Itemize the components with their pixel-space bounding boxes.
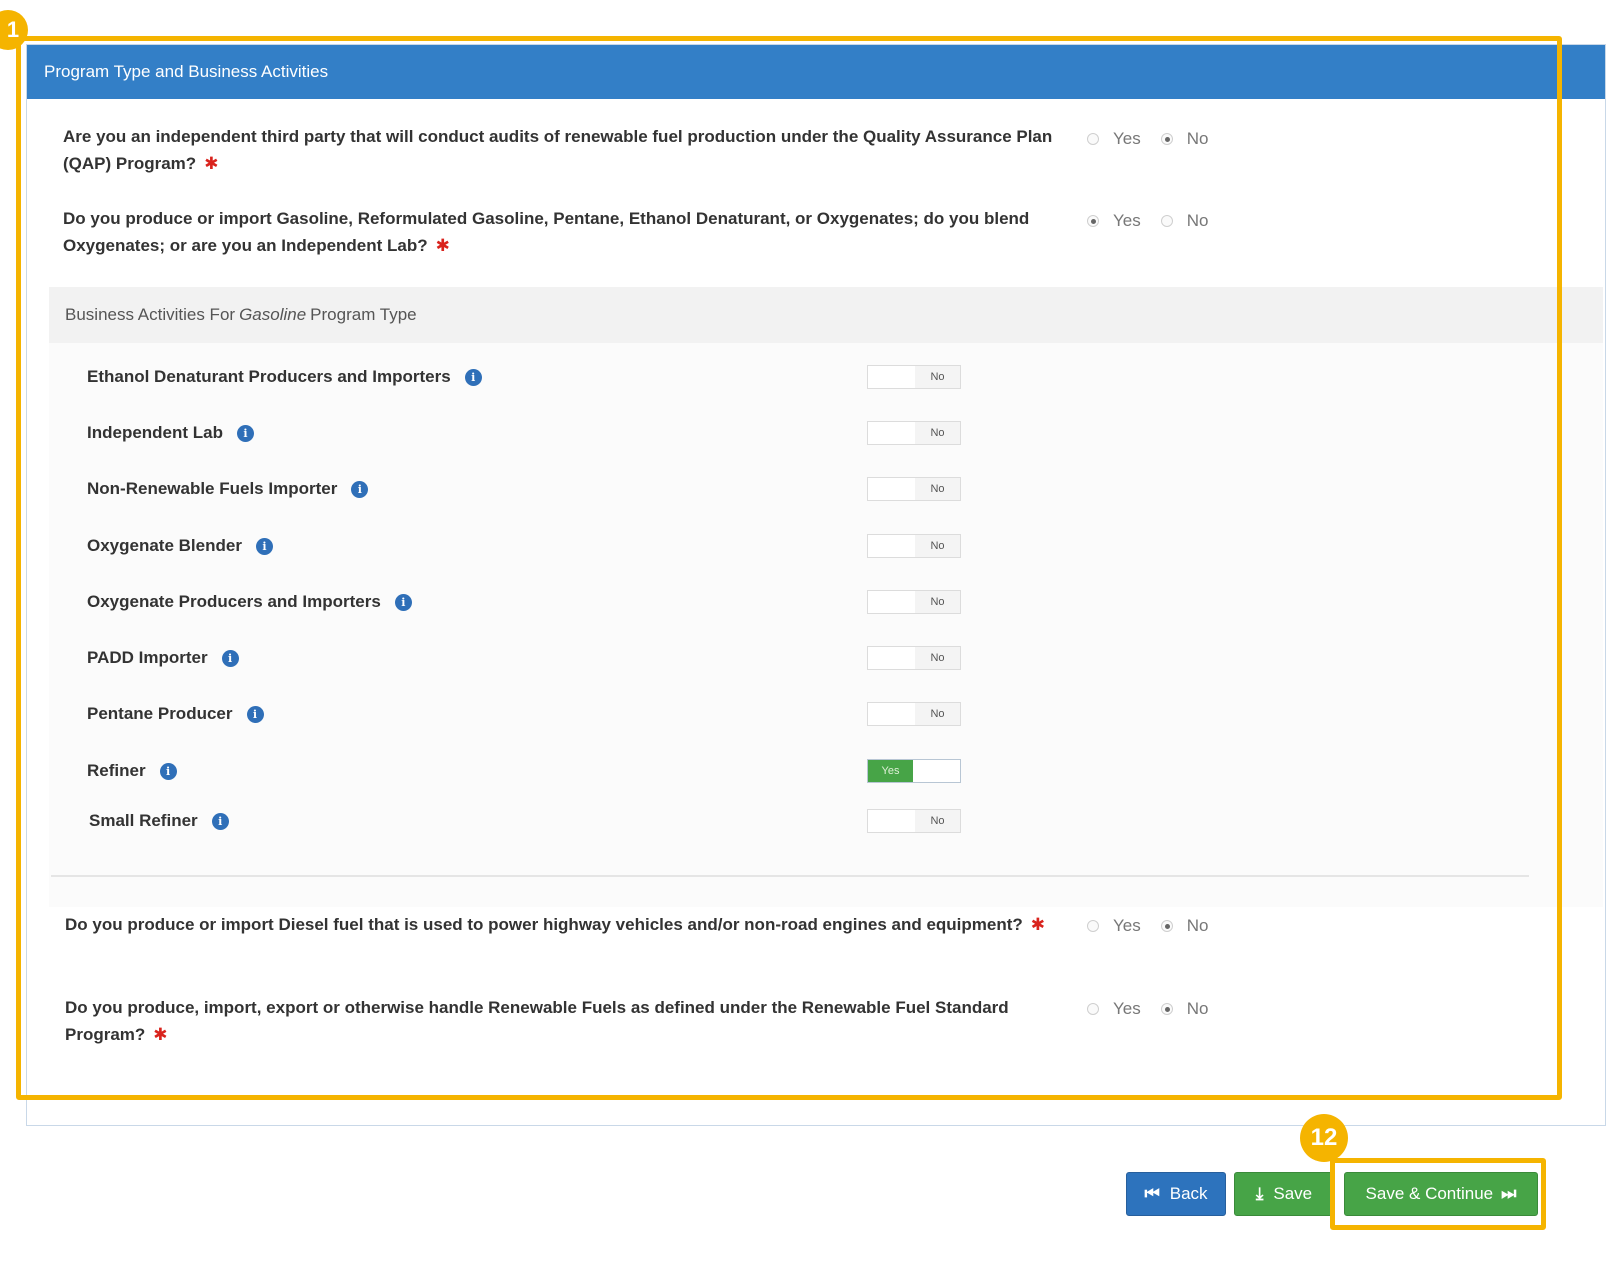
required-icon: ✱ bbox=[153, 1025, 168, 1044]
info-icon[interactable]: i bbox=[246, 705, 264, 723]
radio-group-renewable: Yes No bbox=[1087, 999, 1228, 1019]
info-icon[interactable]: i bbox=[255, 537, 273, 555]
callout-badge-12: 12 bbox=[1300, 1114, 1348, 1162]
radio-icon[interactable] bbox=[1087, 920, 1099, 932]
question-gasoline: Do you produce or import Gasoline, Refor… bbox=[63, 205, 1053, 259]
question-diesel: Do you produce or import Diesel fuel tha… bbox=[65, 911, 1055, 938]
divider bbox=[51, 875, 1529, 877]
activity-oxygenate-blender: Oxygenate Blender i bbox=[87, 536, 273, 556]
activity-small-refiner: Small Refiner i bbox=[89, 811, 229, 831]
radio-renewable-yes[interactable]: Yes bbox=[1087, 999, 1141, 1019]
activity-non-renewable-importer: Non-Renewable Fuels Importer i bbox=[87, 479, 369, 499]
radio-gasoline-no[interactable]: No bbox=[1160, 211, 1208, 231]
program-type-panel: Program Type and Business Activities Are… bbox=[26, 44, 1606, 1126]
toggle-oxygenate-blender[interactable]: No bbox=[867, 534, 961, 558]
required-icon: ✱ bbox=[204, 154, 219, 173]
radio-checked-icon[interactable] bbox=[1160, 920, 1173, 932]
info-icon[interactable]: i bbox=[221, 649, 239, 667]
toggle-ethanol-denaturant[interactable]: No bbox=[867, 365, 961, 389]
info-icon[interactable]: i bbox=[351, 480, 369, 498]
panel-title: Program Type and Business Activities bbox=[27, 45, 1605, 99]
save-button[interactable]: ⤓ Save bbox=[1234, 1172, 1334, 1216]
activity-refiner: Refiner i bbox=[87, 761, 177, 781]
business-activities-heading: Business Activities For Gasoline Program… bbox=[49, 287, 1603, 343]
activity-padd-importer: PADD Importer i bbox=[87, 648, 239, 668]
radio-icon[interactable] bbox=[1160, 215, 1173, 227]
question-gasoline-text: Do you produce or import Gasoline, Refor… bbox=[63, 209, 1030, 255]
radio-checked-icon[interactable] bbox=[1087, 215, 1099, 227]
info-icon[interactable]: i bbox=[394, 593, 412, 611]
radio-renewable-no[interactable]: No bbox=[1160, 999, 1208, 1019]
callout-badge-1: 1 bbox=[0, 10, 28, 50]
radio-group-qap: Yes No bbox=[1087, 129, 1228, 149]
program-type-name: Gasoline bbox=[239, 305, 307, 324]
skip-back-icon: ⏮ bbox=[1144, 1184, 1160, 1203]
save-continue-button[interactable]: Save & Continue ⏭ bbox=[1344, 1172, 1538, 1216]
radio-icon[interactable] bbox=[1087, 1003, 1099, 1015]
activity-pentane-producer: Pentane Producer i bbox=[87, 704, 264, 724]
toggle-padd-importer[interactable]: No bbox=[867, 646, 961, 670]
back-button[interactable]: ⏮ Back bbox=[1126, 1172, 1226, 1216]
toggle-oxygenate-producers[interactable]: No bbox=[867, 590, 961, 614]
radio-diesel-yes[interactable]: Yes bbox=[1087, 916, 1141, 936]
question-renewable: Do you produce, import, export or otherw… bbox=[65, 994, 1055, 1048]
skip-forward-icon: ⏭ bbox=[1501, 1184, 1517, 1203]
activity-independent-lab: Independent Lab i bbox=[87, 423, 254, 443]
toggle-refiner[interactable]: Yes bbox=[867, 759, 961, 783]
question-qap: Are you an independent third party that … bbox=[63, 123, 1053, 177]
radio-group-gasoline: Yes No bbox=[1087, 211, 1228, 231]
info-icon[interactable]: i bbox=[159, 762, 177, 780]
required-icon: ✱ bbox=[1030, 915, 1046, 934]
info-icon[interactable]: i bbox=[211, 812, 229, 830]
info-icon[interactable]: i bbox=[464, 368, 482, 386]
toggle-non-renewable-importer[interactable]: No bbox=[867, 477, 961, 501]
activity-ethanol-denaturant: Ethanol Denaturant Producers and Importe… bbox=[87, 367, 482, 387]
radio-checked-icon[interactable] bbox=[1160, 1003, 1173, 1015]
radio-diesel-no[interactable]: No bbox=[1160, 916, 1208, 936]
toggle-pentane-producer[interactable]: No bbox=[867, 702, 961, 726]
activity-oxygenate-producers: Oxygenate Producers and Importers i bbox=[87, 592, 412, 612]
required-icon: ✱ bbox=[435, 236, 450, 255]
toggle-independent-lab[interactable]: No bbox=[867, 421, 961, 445]
question-renewable-text: Do you produce, import, export or otherw… bbox=[65, 998, 1009, 1044]
download-icon: ⤓ bbox=[1255, 1184, 1264, 1203]
info-icon[interactable]: i bbox=[237, 424, 254, 442]
radio-icon[interactable] bbox=[1087, 133, 1099, 145]
radio-gasoline-yes[interactable]: Yes bbox=[1087, 211, 1141, 231]
radio-qap-no[interactable]: No bbox=[1160, 129, 1208, 149]
radio-checked-icon[interactable] bbox=[1160, 133, 1173, 145]
question-diesel-text: Do you produce or import Diesel fuel tha… bbox=[65, 915, 1023, 934]
radio-qap-yes[interactable]: Yes bbox=[1087, 129, 1141, 149]
radio-group-diesel: Yes No bbox=[1087, 916, 1228, 936]
toggle-small-refiner[interactable]: No bbox=[867, 809, 961, 833]
